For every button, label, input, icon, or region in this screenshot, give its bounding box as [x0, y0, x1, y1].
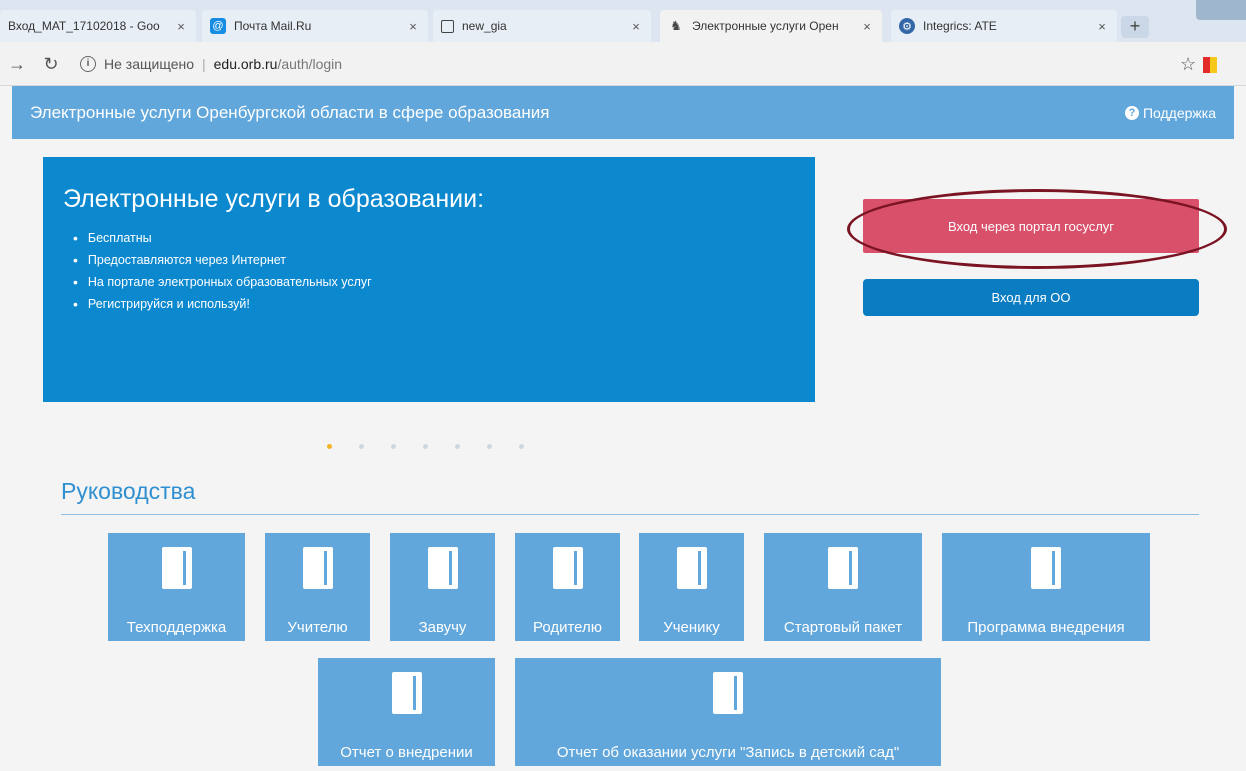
tab-title: Почта Mail.Ru [234, 19, 312, 33]
document-icon [441, 19, 454, 33]
support-link[interactable]: ? Поддержка [1124, 104, 1216, 121]
carousel-dot[interactable] [327, 444, 332, 449]
support-label: Поддержка [1142, 104, 1216, 121]
book-icon [427, 547, 458, 591]
close-icon[interactable]: × [174, 19, 188, 34]
question-icon: ? [1124, 105, 1139, 120]
guide-tile-parent[interactable]: Родителю [515, 533, 620, 641]
close-icon[interactable]: × [860, 19, 874, 34]
tile-label: Ученику [663, 619, 720, 636]
tab-mat[interactable]: Вход_MAT_17102018 - Goo × [0, 10, 196, 42]
carousel-dot[interactable] [359, 444, 364, 449]
guide-tile-starter-pack[interactable]: Стартовый пакет [764, 533, 922, 641]
list-item: • Предоставляются через Интернет [73, 252, 286, 268]
browser-toolbar: → ↻ i Не защищено | edu.orb.ru /auth/log… [0, 42, 1246, 86]
bookmark-star-icon[interactable]: ☆ [1180, 54, 1196, 75]
emblem-icon: ♞ [670, 18, 682, 33]
tab-new-gia[interactable]: new_gia × [433, 10, 651, 42]
tab-title: Электронные услуги Орен [692, 19, 839, 33]
oo-login-button[interactable]: Вход для ОО [863, 279, 1199, 316]
guide-tile-implementation-program[interactable]: Программа внедрения [942, 533, 1150, 641]
guide-tile-kindergarten-report[interactable]: Отчет об оказании услуги "Запись в детск… [515, 658, 941, 766]
highlight-circle [847, 189, 1227, 269]
tile-label: Завучу [418, 619, 467, 636]
hero-title: Электронные услуги в образовании: [63, 185, 485, 213]
close-icon[interactable]: × [406, 19, 420, 34]
book-icon [302, 547, 333, 591]
book-icon [676, 547, 707, 591]
tab-title: Вход_MAT_17102018 - Goo [8, 19, 160, 33]
site-header: Электронные услуги Оренбургской области … [12, 86, 1234, 139]
address-path: /auth/login [277, 56, 343, 72]
gear-icon: ⚙ [899, 18, 915, 34]
tile-label: Отчет о внедрении [340, 744, 473, 761]
carousel-dot[interactable] [423, 444, 428, 449]
guide-tile-implementation-report[interactable]: Отчет о внедрении [318, 658, 495, 766]
tile-label: Стартовый пакет [783, 619, 903, 636]
list-item: • Регистрируйся и используй! [73, 296, 250, 312]
site-title[interactable]: Электронные услуги Оренбургской области … [30, 103, 1125, 123]
guide-tile-techsupport[interactable]: Техподдержка [108, 533, 245, 641]
guides-title: Руководства [61, 478, 196, 504]
carousel-dot[interactable] [519, 444, 524, 449]
carousel-dots [327, 444, 551, 452]
hero-list: • Бесплатны • Предоставляются через Интерн… [63, 230, 795, 312]
carousel-dot[interactable] [487, 444, 492, 449]
tile-label: Отчет об оказании услуги "Запись в детск… [556, 744, 900, 761]
address-bar[interactable]: i Не защищено | edu.orb.ru /auth/login [80, 52, 342, 76]
tile-label: Техподдержка [126, 619, 227, 636]
new-tab-button[interactable]: + [1121, 16, 1149, 38]
tab-title: Integrics: ATE [923, 19, 997, 33]
reload-icon[interactable]: ↻ [40, 54, 62, 75]
guide-tile-head-teacher[interactable]: Завучу [390, 533, 495, 641]
info-icon[interactable]: i [80, 56, 96, 72]
forward-icon[interactable]: → [6, 54, 28, 75]
tile-label: Родителю [532, 619, 603, 636]
tile-label: Программа внедрения [967, 619, 1125, 636]
tab-edu[interactable]: ♞ Электронные услуги Орен × [660, 10, 882, 42]
guide-tile-teacher[interactable]: Учителю [265, 533, 370, 641]
security-status: Не защищено [104, 56, 194, 72]
hero-banner: Электронные услуги в образовании: • Беспл… [43, 157, 815, 402]
address-host: edu.orb.ru [213, 56, 278, 72]
browser-tabstrip: Вход_MAT_17102018 - Goo × @ Почта Mail.R… [0, 0, 1246, 42]
book-icon [552, 547, 583, 591]
list-item: • На портале электронных образовательных … [73, 274, 372, 290]
mail-icon: @ [210, 18, 226, 34]
tab-mail[interactable]: @ Почта Mail.Ru × [202, 10, 428, 42]
address-separator: | [202, 56, 206, 72]
window-minimize-button[interactable] [1196, 0, 1246, 20]
close-icon[interactable]: × [629, 19, 643, 34]
carousel-dot[interactable] [391, 444, 396, 449]
tab-title: new_gia [462, 19, 507, 33]
extension-icon[interactable] [1203, 57, 1217, 73]
guide-tile-student[interactable]: Ученику [639, 533, 744, 641]
book-icon [161, 547, 192, 591]
carousel-dot[interactable] [455, 444, 460, 449]
book-icon [1031, 547, 1061, 591]
book-icon [391, 672, 422, 716]
tab-integrics[interactable]: ⚙ Integrics: ATE × [891, 10, 1117, 42]
book-icon [828, 547, 858, 591]
book-icon [713, 672, 743, 716]
list-item: • Бесплатны [73, 230, 152, 246]
tile-label: Учителю [287, 619, 348, 636]
page: Электронные услуги Оренбургской области … [0, 86, 1246, 771]
close-icon[interactable]: × [1095, 19, 1109, 34]
divider [61, 514, 1199, 515]
